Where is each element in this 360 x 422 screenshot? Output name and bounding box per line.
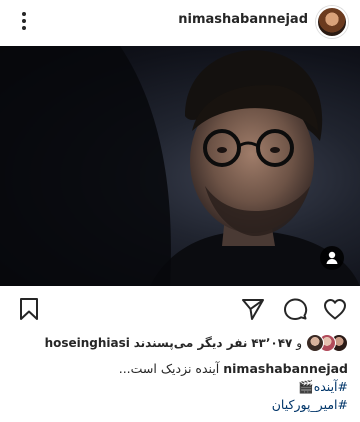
- first-liker-username[interactable]: hoseinghiasi: [45, 336, 130, 350]
- likes-suffix: نفر دیگر می‌پسندند: [133, 336, 248, 350]
- caption-username[interactable]: nimashabannejad: [223, 361, 348, 376]
- user-tag-button[interactable]: [320, 246, 344, 270]
- caption-line: nimashabannejad آینده نزدیک است...: [12, 360, 348, 378]
- post-caption: nimashabannejad آینده نزدیک است... #آیند…: [12, 360, 348, 414]
- caption-text: آینده نزدیک است...: [118, 361, 220, 376]
- bookmark-icon[interactable]: [16, 296, 42, 322]
- like-icon[interactable]: [322, 296, 348, 322]
- comment-icon[interactable]: [282, 296, 308, 322]
- hashtag-link[interactable]: #آینده🎬: [12, 378, 348, 396]
- share-icon[interactable]: [240, 296, 266, 322]
- more-icon[interactable]: [14, 10, 34, 32]
- action-bar: [0, 286, 360, 330]
- portrait-illustration: [0, 46, 360, 286]
- likes-count: ۴۳٬۰۴۷: [251, 336, 293, 350]
- likes-prefix: و: [296, 336, 302, 350]
- post-header: nimashabannejad: [0, 0, 360, 46]
- likes-summary[interactable]: و ۴۳٬۰۴۷ نفر دیگر می‌پسندند hoseinghiasi: [45, 336, 302, 350]
- liker-avatar: [306, 334, 324, 352]
- likes-row: و ۴۳٬۰۴۷ نفر دیگر می‌پسندند hoseinghiasi: [12, 334, 348, 354]
- post-username[interactable]: nimashabannejad: [178, 12, 308, 27]
- liker-avatars[interactable]: [306, 334, 348, 352]
- profile-avatar[interactable]: [316, 6, 348, 38]
- user-tag-icon: [326, 251, 338, 264]
- hashtag-link[interactable]: #امیر_پورکیان: [12, 396, 348, 414]
- post-photo[interactable]: [0, 46, 360, 286]
